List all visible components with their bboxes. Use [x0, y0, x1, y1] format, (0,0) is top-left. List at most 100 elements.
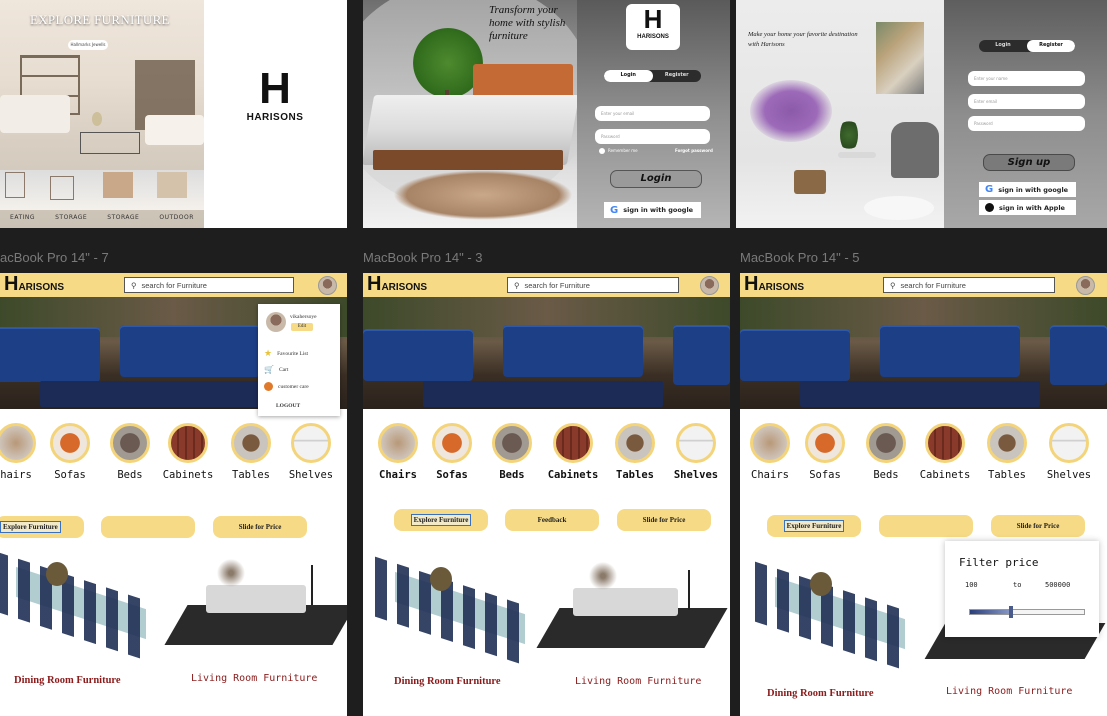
category-sofas[interactable]: Sofas: [48, 423, 92, 481]
category-label[interactable]: EATING: [10, 214, 35, 221]
category-beds[interactable]: Beds: [490, 423, 534, 481]
frame-label: acBook Pro 14" - 7: [0, 250, 109, 265]
slide-for-price-button[interactable]: Slide for Price: [213, 516, 307, 538]
living-room-title[interactable]: Living Room Furniture: [191, 673, 317, 684]
menu-item-customer-care[interactable]: customer care: [264, 382, 309, 391]
shelf-image: [291, 423, 331, 463]
name-field[interactable]: Enter your name: [968, 71, 1085, 86]
brand-letter: H: [744, 273, 759, 295]
email-field[interactable]: Enter your email: [595, 106, 710, 121]
menu-item-cart[interactable]: 🛒 Cart: [264, 365, 288, 374]
price-slider-thumb[interactable]: [1009, 606, 1014, 618]
apple-signin-button[interactable]: sign in with Apple: [979, 200, 1076, 215]
auth-toggle: Login Register: [979, 40, 1075, 52]
password-field[interactable]: Password: [595, 129, 710, 144]
menu-item-label: Cart: [278, 366, 289, 373]
profile-dropdown: vikahersoye Edit ★ Favourite List 🛒 Cart…: [258, 304, 340, 416]
logout-button[interactable]: LOGOUT: [276, 403, 300, 409]
blank-button[interactable]: [101, 516, 195, 538]
explore-furniture-button[interactable]: Explore Furniture: [394, 509, 488, 531]
explore-furniture-label: Explore Furniture: [410, 514, 472, 526]
signup-card: Make your home your favorite destination…: [736, 0, 1107, 228]
category-beds[interactable]: Beds: [864, 423, 908, 481]
tab-login[interactable]: Login: [979, 40, 1027, 52]
category-shelves[interactable]: Shelves: [674, 423, 718, 481]
category-sofas[interactable]: Sofas: [803, 423, 847, 481]
logo-word: HARISONS: [246, 112, 304, 123]
password-field[interactable]: Password: [968, 116, 1085, 131]
hero-pill-button[interactable]: Hallmarks Jewells: [68, 40, 108, 50]
category-tables[interactable]: Tables: [229, 423, 273, 481]
category-shelves[interactable]: Shelves: [289, 423, 333, 481]
category-cabinets[interactable]: Cabinets: [548, 423, 598, 481]
explore-furniture-button[interactable]: Explore Furniture: [767, 515, 861, 537]
category-label[interactable]: STORAGE: [55, 214, 87, 221]
dining-room-title[interactable]: Dining Room Furniture: [767, 688, 874, 699]
tab-login[interactable]: Login: [604, 70, 653, 82]
signup-button[interactable]: Sign up: [983, 154, 1075, 171]
google-signin-button[interactable]: G sign in with google: [604, 202, 701, 218]
dining-room-title[interactable]: Dining Room Furniture: [14, 675, 121, 686]
top-navbar: HARISONS ⚲ search for Furniture: [0, 273, 347, 297]
remember-checkbox[interactable]: [599, 148, 605, 154]
blank-button[interactable]: [879, 515, 973, 537]
shelf-image: [676, 423, 716, 463]
search-placeholder: search for Furniture: [141, 280, 207, 290]
hero-banner: [740, 297, 1107, 409]
explore-furniture-button[interactable]: Explore Furniture: [0, 516, 84, 538]
feedback-button[interactable]: Feedback: [505, 509, 599, 531]
dining-set-image[interactable]: [0, 551, 166, 661]
brand-rest: ARISONS: [758, 282, 805, 293]
shelf-image: [1049, 423, 1089, 463]
search-placeholder: search for Furniture: [524, 280, 590, 290]
profile-avatar[interactable]: [318, 276, 337, 295]
sofa-image: [50, 423, 90, 463]
category-row: hairs Sofas Beds Cabinets Tables Shelves: [0, 423, 347, 493]
sofa-image: [432, 423, 472, 463]
edit-profile-button[interactable]: Edit: [291, 323, 313, 331]
search-input[interactable]: ⚲ search for Furniture: [124, 277, 294, 293]
logo-letter: H: [643, 4, 663, 34]
dining-set-image[interactable]: [755, 561, 925, 671]
category-label[interactable]: STORAGE: [107, 214, 139, 221]
profile-avatar[interactable]: [1076, 276, 1095, 295]
category-cabinets[interactable]: Cabinets: [163, 423, 213, 481]
dining-room-title[interactable]: Dining Room Furniture: [394, 676, 501, 687]
email-field[interactable]: Enter email: [968, 94, 1085, 109]
living-room-title[interactable]: Living Room Furniture: [946, 686, 1072, 697]
category-sofas[interactable]: Sofas: [430, 423, 474, 481]
slide-for-price-button[interactable]: Slide for Price: [991, 515, 1085, 537]
living-room-title[interactable]: Living Room Furniture: [575, 676, 701, 687]
explore-furniture-label: Explore Furniture: [0, 521, 61, 533]
dining-set-image[interactable]: [375, 556, 545, 666]
profile-avatar[interactable]: [700, 276, 719, 295]
google-signin-button[interactable]: G sign in with google: [979, 182, 1076, 197]
category-cabinets[interactable]: Cabinets: [920, 423, 970, 481]
living-set-image[interactable]: [164, 555, 347, 650]
search-input[interactable]: ⚲ search for Furniture: [883, 277, 1055, 293]
tab-register[interactable]: Register: [653, 70, 702, 82]
remember-label: Remember me: [608, 148, 638, 153]
category-label[interactable]: OUTDOOR: [159, 214, 194, 221]
cabinet-image: [553, 423, 593, 463]
login-logo: H HARISONS: [626, 4, 680, 50]
forgot-password-link[interactable]: Forgot password: [675, 148, 713, 153]
slide-for-price-button[interactable]: Slide for Price: [617, 509, 711, 531]
category-tables[interactable]: Tables: [985, 423, 1029, 481]
login-button[interactable]: Login: [610, 170, 702, 188]
menu-avatar: [266, 312, 286, 332]
tab-register[interactable]: Register: [1027, 40, 1075, 52]
price-filter-panel: Filter price 100 to 500000: [945, 541, 1099, 637]
chair-image: [378, 423, 418, 463]
category-shelves[interactable]: Shelves: [1047, 423, 1091, 481]
brand-wordmark: HARISONS: [367, 274, 427, 294]
explore-splash-card: EXPLORE FURNITURE Hallmarks Jewells EATI…: [0, 0, 347, 228]
living-set-image[interactable]: [536, 558, 728, 653]
menu-item-favourites[interactable]: ★ Favourite List: [264, 348, 308, 359]
price-slider-track[interactable]: [969, 606, 1085, 618]
category-tables[interactable]: Tables: [613, 423, 657, 481]
frame-label: MacBook Pro 14" - 5: [740, 250, 860, 265]
search-input[interactable]: ⚲ search for Furniture: [507, 277, 679, 293]
signup-panel: Login Register Enter your name Enter ema…: [944, 0, 1107, 228]
top-navbar: HARISONS ⚲ search for Furniture: [740, 273, 1107, 297]
